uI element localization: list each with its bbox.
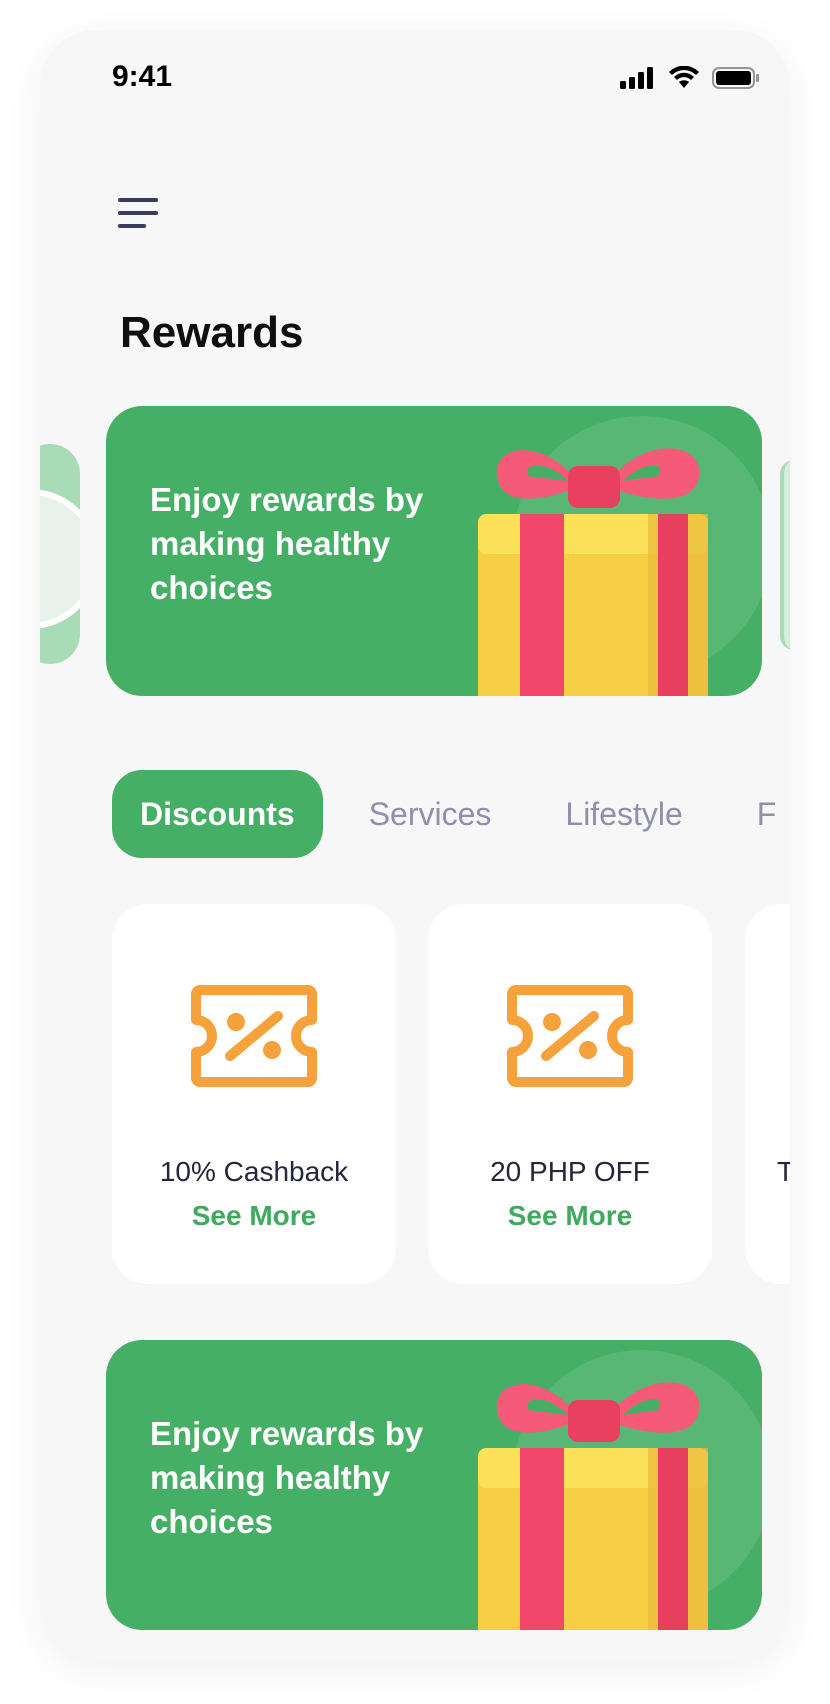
carousel-next-banner[interactable] xyxy=(780,460,790,650)
menu-icon-line xyxy=(118,198,158,202)
carousel-prev-banner[interactable] xyxy=(40,444,80,664)
discount-coupon-icon xyxy=(507,985,633,1087)
see-more-link[interactable]: See More xyxy=(428,1200,712,1232)
discount-card-partial[interactable]: T xyxy=(745,904,790,1284)
card-title: 20 PHP OFF xyxy=(490,1156,650,1187)
menu-button[interactable] xyxy=(118,198,162,234)
rewards-banner[interactable]: Enjoy rewards by making healthy choices xyxy=(106,406,762,696)
see-more-link[interactable]: See More xyxy=(112,1200,396,1232)
gift-box-icon xyxy=(478,448,708,696)
page-title: Rewards xyxy=(120,308,304,357)
tab-lifestyle[interactable]: Lifestyle xyxy=(537,770,710,858)
banner-text: Enjoy rewards by making healthy choices xyxy=(150,1415,424,1540)
status-icons xyxy=(620,66,760,90)
discount-card[interactable]: 20 PHP OFF See More xyxy=(428,904,712,1284)
card-title: T xyxy=(777,1156,790,1187)
menu-icon-line xyxy=(118,224,146,228)
rewards-banner[interactable]: Enjoy rewards by making healthy choices xyxy=(106,1340,762,1630)
phone-screen: 9:41 Rewards Enjoy rewards by making hea… xyxy=(40,30,790,1660)
battery-icon xyxy=(712,67,759,89)
discount-card[interactable]: 10% Cashback See More xyxy=(112,904,396,1284)
cellular-signal-icon xyxy=(620,67,653,89)
tab-partial[interactable]: F xyxy=(729,770,790,858)
food-plate-image xyxy=(40,489,80,629)
gift-box-icon xyxy=(478,1382,708,1630)
wifi-icon xyxy=(669,66,699,88)
banner-text: Enjoy rewards by making healthy choices xyxy=(150,481,424,606)
tab-discounts[interactable]: Discounts xyxy=(112,770,323,858)
card-title: 10% Cashback xyxy=(159,1156,349,1187)
tab-services[interactable]: Services xyxy=(341,770,520,858)
menu-icon-line xyxy=(118,211,158,215)
discount-coupon-icon xyxy=(191,985,317,1087)
status-time: 9:41 xyxy=(112,60,173,93)
category-tabs: Discounts Services Lifestyle F xyxy=(112,770,790,858)
